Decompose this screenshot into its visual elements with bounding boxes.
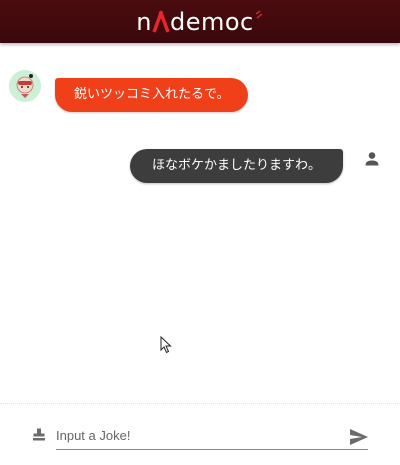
user-message-bubble: ほなボケかましたりますわ。 bbox=[129, 149, 343, 183]
logo-text: democ bbox=[169, 7, 254, 36]
mouse-cursor-icon bbox=[160, 336, 172, 354]
app-header: n democ bbox=[0, 0, 400, 43]
send-icon bbox=[350, 429, 368, 445]
send-button[interactable] bbox=[348, 426, 370, 448]
app-logo: n democ bbox=[136, 7, 263, 37]
stamp-icon bbox=[33, 428, 45, 441]
app-window: n democ 鋭いツッコミ入れたるで。 ほなボケかましたりますわ。 Input… bbox=[0, 0, 400, 465]
logo-sparkle-icon bbox=[255, 9, 263, 19]
bot-avatar-icon bbox=[9, 70, 41, 102]
chat-area[interactable]: 鋭いツッコミ入れたるで。 ほなボケかましたりますわ。 bbox=[0, 43, 400, 403]
tsukkomi-logo-icon bbox=[152, 10, 170, 33]
joke-input-wrapper bbox=[56, 422, 368, 450]
logo-prefix: n bbox=[136, 7, 152, 36]
person-icon bbox=[365, 152, 379, 166]
joke-composer bbox=[0, 403, 400, 465]
bot-message-bubble: 鋭いツッコミ入れたるで。 bbox=[55, 78, 249, 112]
joke-input[interactable] bbox=[56, 422, 368, 449]
